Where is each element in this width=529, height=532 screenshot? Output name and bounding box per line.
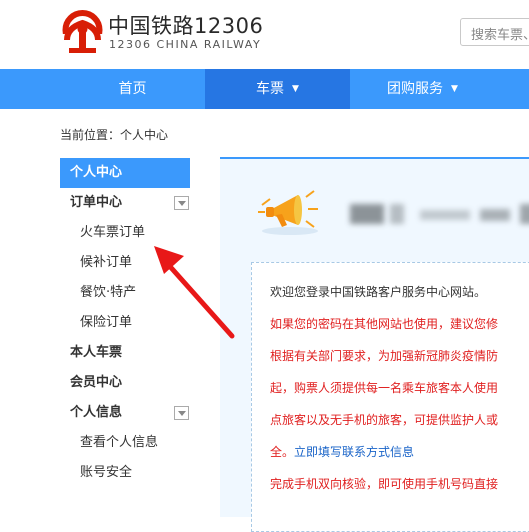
main-nav: 首页 车票 ▼ 团购服务 ▼ bbox=[0, 69, 529, 109]
china-railway-logo[interactable] bbox=[60, 10, 105, 55]
nav-tickets[interactable]: 车票 ▼ bbox=[205, 69, 350, 109]
site-header: 中国铁路12306 12306 CHINA RAILWAY 搜索车票、 bbox=[0, 0, 529, 69]
blurred-username bbox=[350, 204, 529, 226]
nav-home[interactable]: 首页 bbox=[60, 69, 205, 109]
red-arrow-annotation bbox=[154, 246, 235, 339]
chevron-down-icon: ▼ bbox=[451, 84, 458, 94]
search-input[interactable]: 搜索车票、 bbox=[460, 18, 529, 46]
notice-text: 根据有关部门要求，为加强新冠肺炎疫情防 bbox=[270, 349, 499, 363]
collapse-toggle-icon[interactable] bbox=[174, 196, 189, 210]
megaphone-icon bbox=[258, 190, 318, 235]
welcome-text: 欢迎您登录中国铁路客户服务中心网站。 bbox=[270, 285, 487, 299]
breadcrumb: 当前位置：个人中心 bbox=[60, 128, 169, 142]
notice-text: 完成手机双向核验，即可使用手机号码直接 bbox=[270, 477, 499, 491]
notice-text: 全。立即填写联系方式信息 bbox=[270, 443, 414, 460]
sidebar-group-label: 订单中心 bbox=[70, 195, 123, 210]
nav-home-label: 首页 bbox=[118, 81, 147, 97]
nav-group-service[interactable]: 团购服务 ▼ bbox=[350, 69, 495, 109]
collapse-toggle-icon[interactable] bbox=[174, 406, 189, 420]
chevron-down-icon: ▼ bbox=[292, 84, 299, 94]
brand-title: 中国铁路12306 bbox=[108, 14, 264, 38]
fill-contact-link[interactable]: 立即填写联系方式信息 bbox=[294, 445, 414, 459]
notice-text: 如果您的密码在其他网站也使用，建议您修 bbox=[270, 317, 499, 331]
sidebar-group-label: 个人信息 bbox=[70, 405, 123, 420]
sidebar-item-personal-center[interactable]: 个人中心 bbox=[60, 158, 190, 188]
nav-tickets-label: 车票 bbox=[256, 81, 285, 97]
welcome-panel: 欢迎您登录中国铁路客户服务中心网站。 如果您的密码在其他网站也使用，建议您修 根… bbox=[220, 157, 529, 532]
nav-group-label: 团购服务 bbox=[387, 81, 444, 97]
sidebar-item-account-security[interactable]: 账号安全 bbox=[60, 458, 190, 488]
sidebar-item-my-tickets[interactable]: 本人车票 bbox=[60, 338, 190, 368]
notice-text: 点旅客以及无手机的旅客，可提供监护人或 bbox=[270, 413, 499, 427]
sidebar-item-member-center[interactable]: 会员中心 bbox=[60, 368, 190, 398]
sidebar-group-orders[interactable]: 订单中心 bbox=[60, 188, 190, 218]
sidebar-item-view-profile[interactable]: 查看个人信息 bbox=[60, 428, 190, 458]
notice-box: 欢迎您登录中国铁路客户服务中心网站。 如果您的密码在其他网站也使用，建议您修 根… bbox=[251, 262, 529, 532]
notice-text-prefix: 全。 bbox=[270, 445, 295, 459]
sidebar-group-personal-info[interactable]: 个人信息 bbox=[60, 398, 190, 428]
notice-text: 起，购票人须提供每一名乘车旅客本人使用 bbox=[270, 381, 499, 395]
brand-subtitle: 12306 CHINA RAILWAY bbox=[109, 38, 262, 51]
